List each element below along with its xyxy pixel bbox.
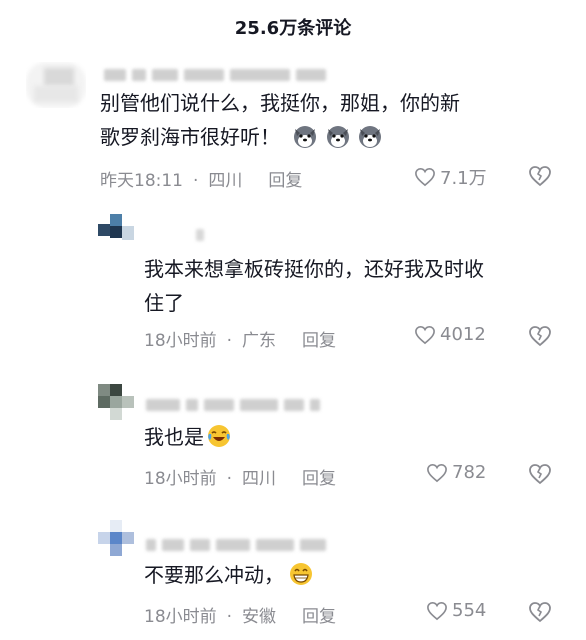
avatar[interactable] — [26, 62, 86, 108]
husky-emoji-icon — [359, 126, 382, 148]
comment-time: 昨天18:11 — [100, 171, 183, 191]
reply-button[interactable]: 回复 — [302, 469, 336, 489]
comment-meta: 18小时前 · 安徽 回复 — [144, 607, 337, 627]
avatar[interactable] — [98, 520, 134, 558]
like-count: 4012 — [440, 324, 486, 345]
like-button[interactable]: 7.1万 — [414, 164, 487, 190]
laugh-cry-emoji-icon — [208, 425, 230, 447]
comment-meta: 昨天18:11 · 四川 回复 — [100, 171, 303, 191]
heart-icon — [415, 167, 435, 187]
reply-button[interactable]: 回复 — [302, 607, 336, 627]
broken-heart-icon[interactable] — [528, 600, 552, 624]
husky-emoji-icon — [294, 126, 317, 148]
like-count: 782 — [452, 462, 487, 483]
heart-icon — [427, 601, 447, 620]
broken-heart-icon[interactable] — [528, 164, 552, 188]
comment-location: 安徽 — [242, 607, 277, 627]
comment-text: 我本来想拿板砖挺你的，还好我及时收 住了 — [144, 257, 484, 315]
like-count: 7.1万 — [440, 168, 487, 189]
broken-heart-icon[interactable] — [528, 324, 552, 348]
comment-text: 不要那么冲动， — [144, 558, 564, 592]
comment-time: 18小时前 — [144, 607, 217, 627]
comments-count-title: 25.6万条评论 — [234, 18, 352, 39]
like-count: 554 — [452, 600, 487, 621]
username-blurred[interactable] — [146, 534, 332, 551]
comment-text: 别管他们说什么，我挺你，那姐，你的新 歌罗刹海市很好听！ — [100, 91, 460, 149]
avatar[interactable] — [98, 384, 134, 420]
reply-button[interactable]: 回复 — [268, 171, 302, 191]
username-blurred[interactable] — [196, 224, 210, 241]
broken-heart-icon[interactable] — [528, 462, 552, 486]
comment-text: 我也是 — [144, 420, 564, 454]
comment-meta: 18小时前 · 四川 回复 — [144, 469, 337, 489]
comment-time: 18小时前 — [144, 469, 217, 489]
comment-location: 四川 — [208, 171, 243, 191]
comment-meta: 18小时前 · 广东 回复 — [144, 331, 337, 351]
heart-icon — [427, 463, 447, 482]
like-button[interactable]: 554 — [426, 600, 486, 621]
reply-button[interactable]: 回复 — [302, 331, 336, 351]
avatar[interactable] — [98, 214, 134, 246]
username-blurred[interactable] — [146, 394, 326, 411]
comment-time: 18小时前 — [144, 331, 217, 351]
comment-location: 四川 — [242, 469, 277, 489]
like-button[interactable]: 4012 — [414, 324, 486, 345]
grin-emoji-icon — [290, 563, 312, 585]
like-button[interactable]: 782 — [426, 462, 486, 483]
comment-location: 广东 — [242, 331, 277, 351]
husky-emoji-icon — [326, 126, 349, 148]
username-blurred[interactable] — [104, 64, 332, 81]
heart-icon — [415, 325, 435, 344]
